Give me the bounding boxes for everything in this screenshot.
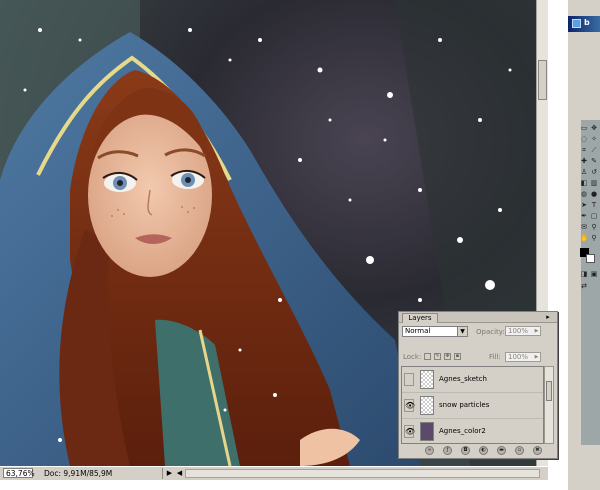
layer-name: Agnes_sketch bbox=[439, 375, 487, 383]
eye-icon[interactable]: 👁 bbox=[404, 399, 415, 412]
toolbox: ▭ ✥ ◌ ✧ ⌗ ⟋ ✚ ✎ ♙ ↺ ◧ ▥ ◍ ● ➤ T ✒ ▢ ✉ ⚲ … bbox=[580, 124, 600, 294]
path-selection-tool-icon[interactable]: ➤ bbox=[580, 201, 588, 210]
clone-stamp-tool-icon[interactable]: ♙ bbox=[580, 168, 588, 177]
fill-label: Fill: bbox=[489, 353, 501, 361]
lock-label: Lock: bbox=[403, 353, 422, 361]
photoshop-doc-icon bbox=[572, 19, 581, 28]
blur-tool-icon[interactable]: ◍ bbox=[580, 190, 588, 199]
fill-slider-arrow-icon[interactable]: ▶ bbox=[533, 353, 540, 361]
layer-row[interactable]: 👁 Agnes_color2 bbox=[402, 419, 543, 443]
lock-image-icon[interactable]: ✎ bbox=[434, 353, 441, 360]
eraser-tool-icon[interactable]: ◧ bbox=[580, 179, 588, 188]
healing-brush-tool-icon[interactable]: ✚ bbox=[580, 157, 588, 166]
eyedropper-tool-icon[interactable]: ⚲ bbox=[590, 223, 598, 232]
history-brush-tool-icon[interactable]: ↺ bbox=[590, 168, 598, 177]
lock-all-icon[interactable]: ▪ bbox=[454, 353, 461, 360]
layers-tab[interactable]: Layers bbox=[402, 313, 438, 323]
pen-tool-icon[interactable]: ✒ bbox=[580, 212, 588, 221]
second-window-titlebar[interactable]: b bbox=[568, 16, 600, 32]
blend-mode-value: Normal bbox=[405, 327, 431, 335]
zoom-tool-icon[interactable]: ⚲ bbox=[590, 234, 598, 243]
hand-tool-icon[interactable]: ✋ bbox=[580, 234, 589, 243]
panel-menu-icon[interactable]: ▸ bbox=[543, 313, 553, 321]
move-tool-icon[interactable]: ✥ bbox=[590, 124, 598, 133]
fill-field[interactable]: 100% ▶ bbox=[505, 352, 541, 362]
layer-name: snow particles bbox=[439, 401, 490, 409]
lock-transparency-icon[interactable] bbox=[424, 353, 431, 360]
jump-to-imageready-icon[interactable]: ⇄ bbox=[580, 282, 588, 291]
opacity-slider-arrow-icon[interactable]: ▶ bbox=[533, 327, 540, 335]
type-tool-icon[interactable]: T bbox=[590, 201, 598, 210]
lock-position-icon[interactable]: ✥ bbox=[444, 353, 451, 360]
second-window-title: b bbox=[584, 18, 590, 27]
opacity-label: Opacity: bbox=[476, 328, 505, 336]
opacity-value: 100% bbox=[508, 327, 529, 335]
brush-tool-icon[interactable]: ✎ bbox=[590, 157, 598, 166]
layers-panel-titlebar[interactable]: Layers ▸ bbox=[399, 312, 557, 323]
trash-icon[interactable]: ✖ bbox=[533, 446, 542, 455]
layers-scrollbar[interactable] bbox=[544, 366, 554, 444]
visibility-toggle-empty[interactable] bbox=[404, 373, 414, 386]
dodge-tool-icon[interactable]: ● bbox=[590, 190, 598, 199]
layer-thumbnail bbox=[420, 422, 434, 441]
layers-panel: Layers ▸ Normal ▼ Opacity: 100% ▶ Lock: … bbox=[398, 311, 558, 459]
layers-scroll-thumb[interactable] bbox=[546, 381, 552, 401]
gradient-tool-icon[interactable]: ▥ bbox=[590, 179, 598, 188]
horizontal-scrollbar[interactable] bbox=[185, 469, 540, 478]
mask-icon[interactable]: ◘ bbox=[461, 446, 470, 455]
screen-mode-icon[interactable]: ▣ bbox=[590, 270, 598, 279]
adjustment-icon[interactable]: ◐ bbox=[479, 446, 488, 455]
lasso-tool-icon[interactable]: ◌ bbox=[580, 135, 588, 144]
status-bar: 63,76% Doc: 9,91M/85,9M ▶ ◀ bbox=[0, 466, 548, 481]
opacity-field[interactable]: 100% ▶ bbox=[505, 326, 541, 336]
notes-tool-icon[interactable]: ✉ bbox=[580, 223, 588, 232]
status-menu-arrow-icon[interactable]: ▶ bbox=[165, 468, 174, 478]
fill-value: 100% bbox=[508, 353, 529, 361]
zoom-level-field[interactable]: 63,76% bbox=[3, 468, 35, 478]
scroll-left-arrow-icon[interactable]: ◀ bbox=[175, 468, 184, 478]
layer-thumbnail bbox=[420, 396, 434, 415]
chevron-down-icon: ▼ bbox=[457, 327, 467, 336]
crop-tool-icon[interactable]: ⌗ bbox=[580, 146, 588, 155]
quick-mask-icon[interactable]: ◨ bbox=[580, 270, 588, 279]
background-color-swatch[interactable] bbox=[586, 254, 595, 263]
layer-name: Agnes_color2 bbox=[439, 427, 486, 435]
eye-icon[interactable]: 👁 bbox=[404, 425, 415, 438]
layer-row[interactable]: 👁 snow particles bbox=[402, 393, 543, 419]
folder-icon[interactable]: ▬ bbox=[497, 446, 506, 455]
layers-list: Agnes_sketch 👁 snow particles 👁 Agnes_co… bbox=[401, 366, 544, 444]
blend-mode-select[interactable]: Normal ▼ bbox=[402, 326, 468, 337]
magic-wand-tool-icon[interactable]: ✧ bbox=[590, 135, 598, 144]
layers-bottom-toolbar: ∞ ƒ ◘ ◐ ▬ ▫ ✖ bbox=[401, 446, 556, 456]
slice-tool-icon[interactable]: ⟋ bbox=[590, 146, 598, 155]
layer-row[interactable]: Agnes_sketch bbox=[402, 367, 543, 393]
link-icon[interactable]: ∞ bbox=[425, 446, 434, 455]
new-layer-icon[interactable]: ▫ bbox=[515, 446, 524, 455]
layer-thumbnail bbox=[420, 370, 434, 389]
vertical-scroll-thumb[interactable] bbox=[538, 60, 547, 100]
document-size-info[interactable]: Doc: 9,91M/85,9M bbox=[44, 468, 163, 479]
window-bottom-edge bbox=[0, 480, 548, 490]
shape-tool-icon[interactable]: ▢ bbox=[590, 212, 598, 221]
marquee-tool-icon[interactable]: ▭ bbox=[580, 124, 588, 133]
fx-icon[interactable]: ƒ bbox=[443, 446, 452, 455]
